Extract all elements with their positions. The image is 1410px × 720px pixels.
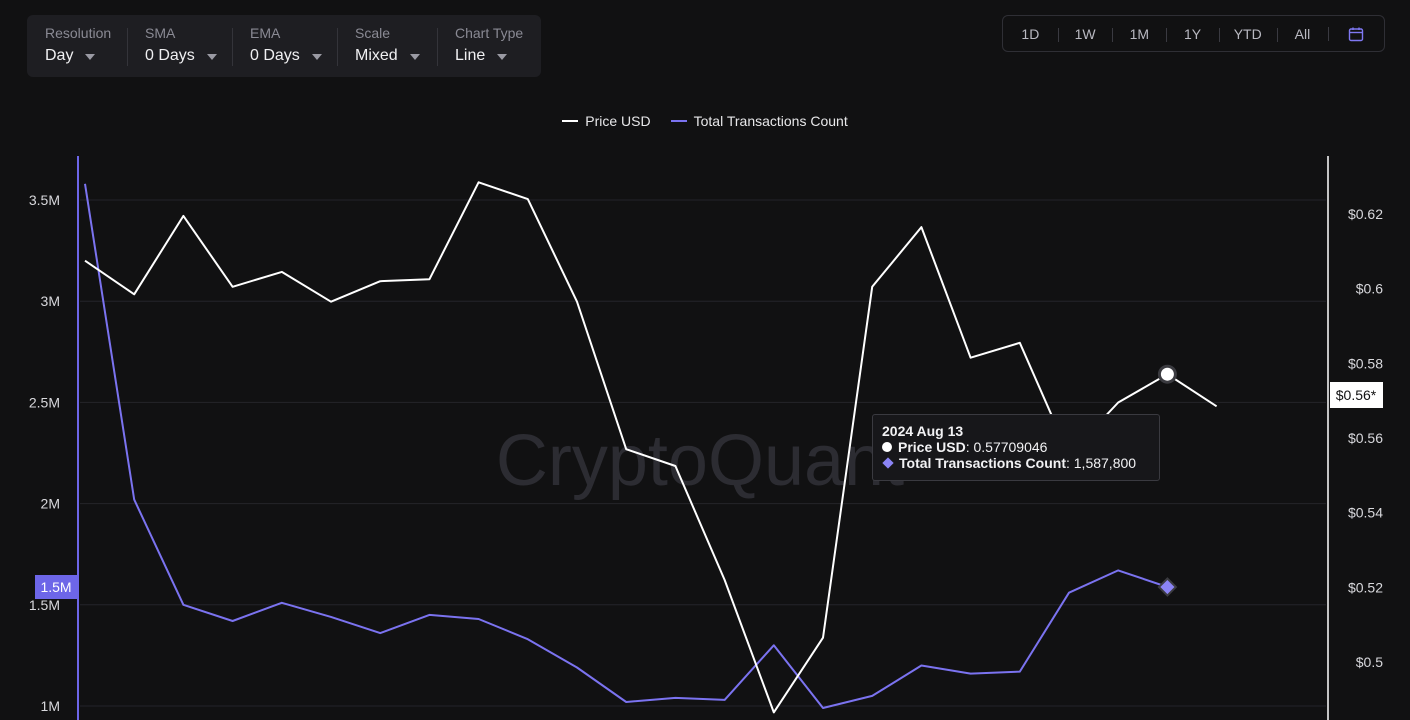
transactions-hover-point — [1157, 577, 1178, 597]
diamond-marker-icon — [882, 457, 894, 469]
left-tick-label: 1M — [41, 698, 60, 714]
tooltip-row-price: Price USD: 0.57709046 — [882, 439, 1150, 455]
tooltip-price-label: Price USD — [898, 439, 966, 455]
tooltip-tx-label: Total Transactions Count — [899, 455, 1066, 471]
tooltip-price-value: 0.57709046 — [973, 439, 1048, 455]
tooltip-tx-value: 1,587,800 — [1073, 455, 1137, 471]
chart-tooltip: 2024 Aug 13 Price USD: 0.57709046 Total … — [872, 414, 1160, 481]
left-axis-tag-text: 1.5M — [40, 579, 71, 595]
right-tick-label: $0.58 — [1348, 355, 1383, 371]
left-axis-value-tag: 1.5M — [35, 575, 78, 599]
right-tick-label: $0.56 — [1348, 430, 1383, 446]
tooltip-row-transactions: Total Transactions Count: 1,587,800 — [882, 455, 1150, 471]
left-axis-ticks: 1M 2M 2.5M 3M 3.5M 1.5M — [29, 192, 60, 714]
right-tick-label: $0.52 — [1348, 579, 1383, 595]
left-tick-label: 3.5M — [29, 192, 60, 208]
right-tick-label: $0.62 — [1348, 206, 1383, 222]
series-points — [1157, 364, 1178, 597]
right-tick-label: $0.5 — [1356, 654, 1383, 670]
right-axis-ticks: $0.5 $0.52 $0.54 $0.56 $0.58 $0.6 $0.62 — [1348, 206, 1383, 670]
chart-canvas[interactable]: CryptoQuant 1M2M2.5M3M3.5M1.5M $0.5$0.52… — [0, 0, 1410, 720]
tooltip-date: 2024 Aug 13 — [882, 423, 964, 439]
left-tick-label: 2.5M — [29, 394, 60, 410]
right-axis-tag-text: $0.56* — [1336, 387, 1377, 403]
price-hover-point — [1157, 364, 1177, 384]
right-axis-value-tag: $0.56* — [1330, 382, 1383, 408]
circle-marker-icon — [882, 442, 892, 452]
left-tick-label: 3M — [41, 293, 60, 309]
left-tick-label: 2M — [41, 496, 60, 512]
right-tick-label: $0.54 — [1348, 505, 1383, 521]
right-tick-label: $0.6 — [1356, 281, 1383, 297]
left-tick-label: 1.5M — [29, 597, 60, 613]
